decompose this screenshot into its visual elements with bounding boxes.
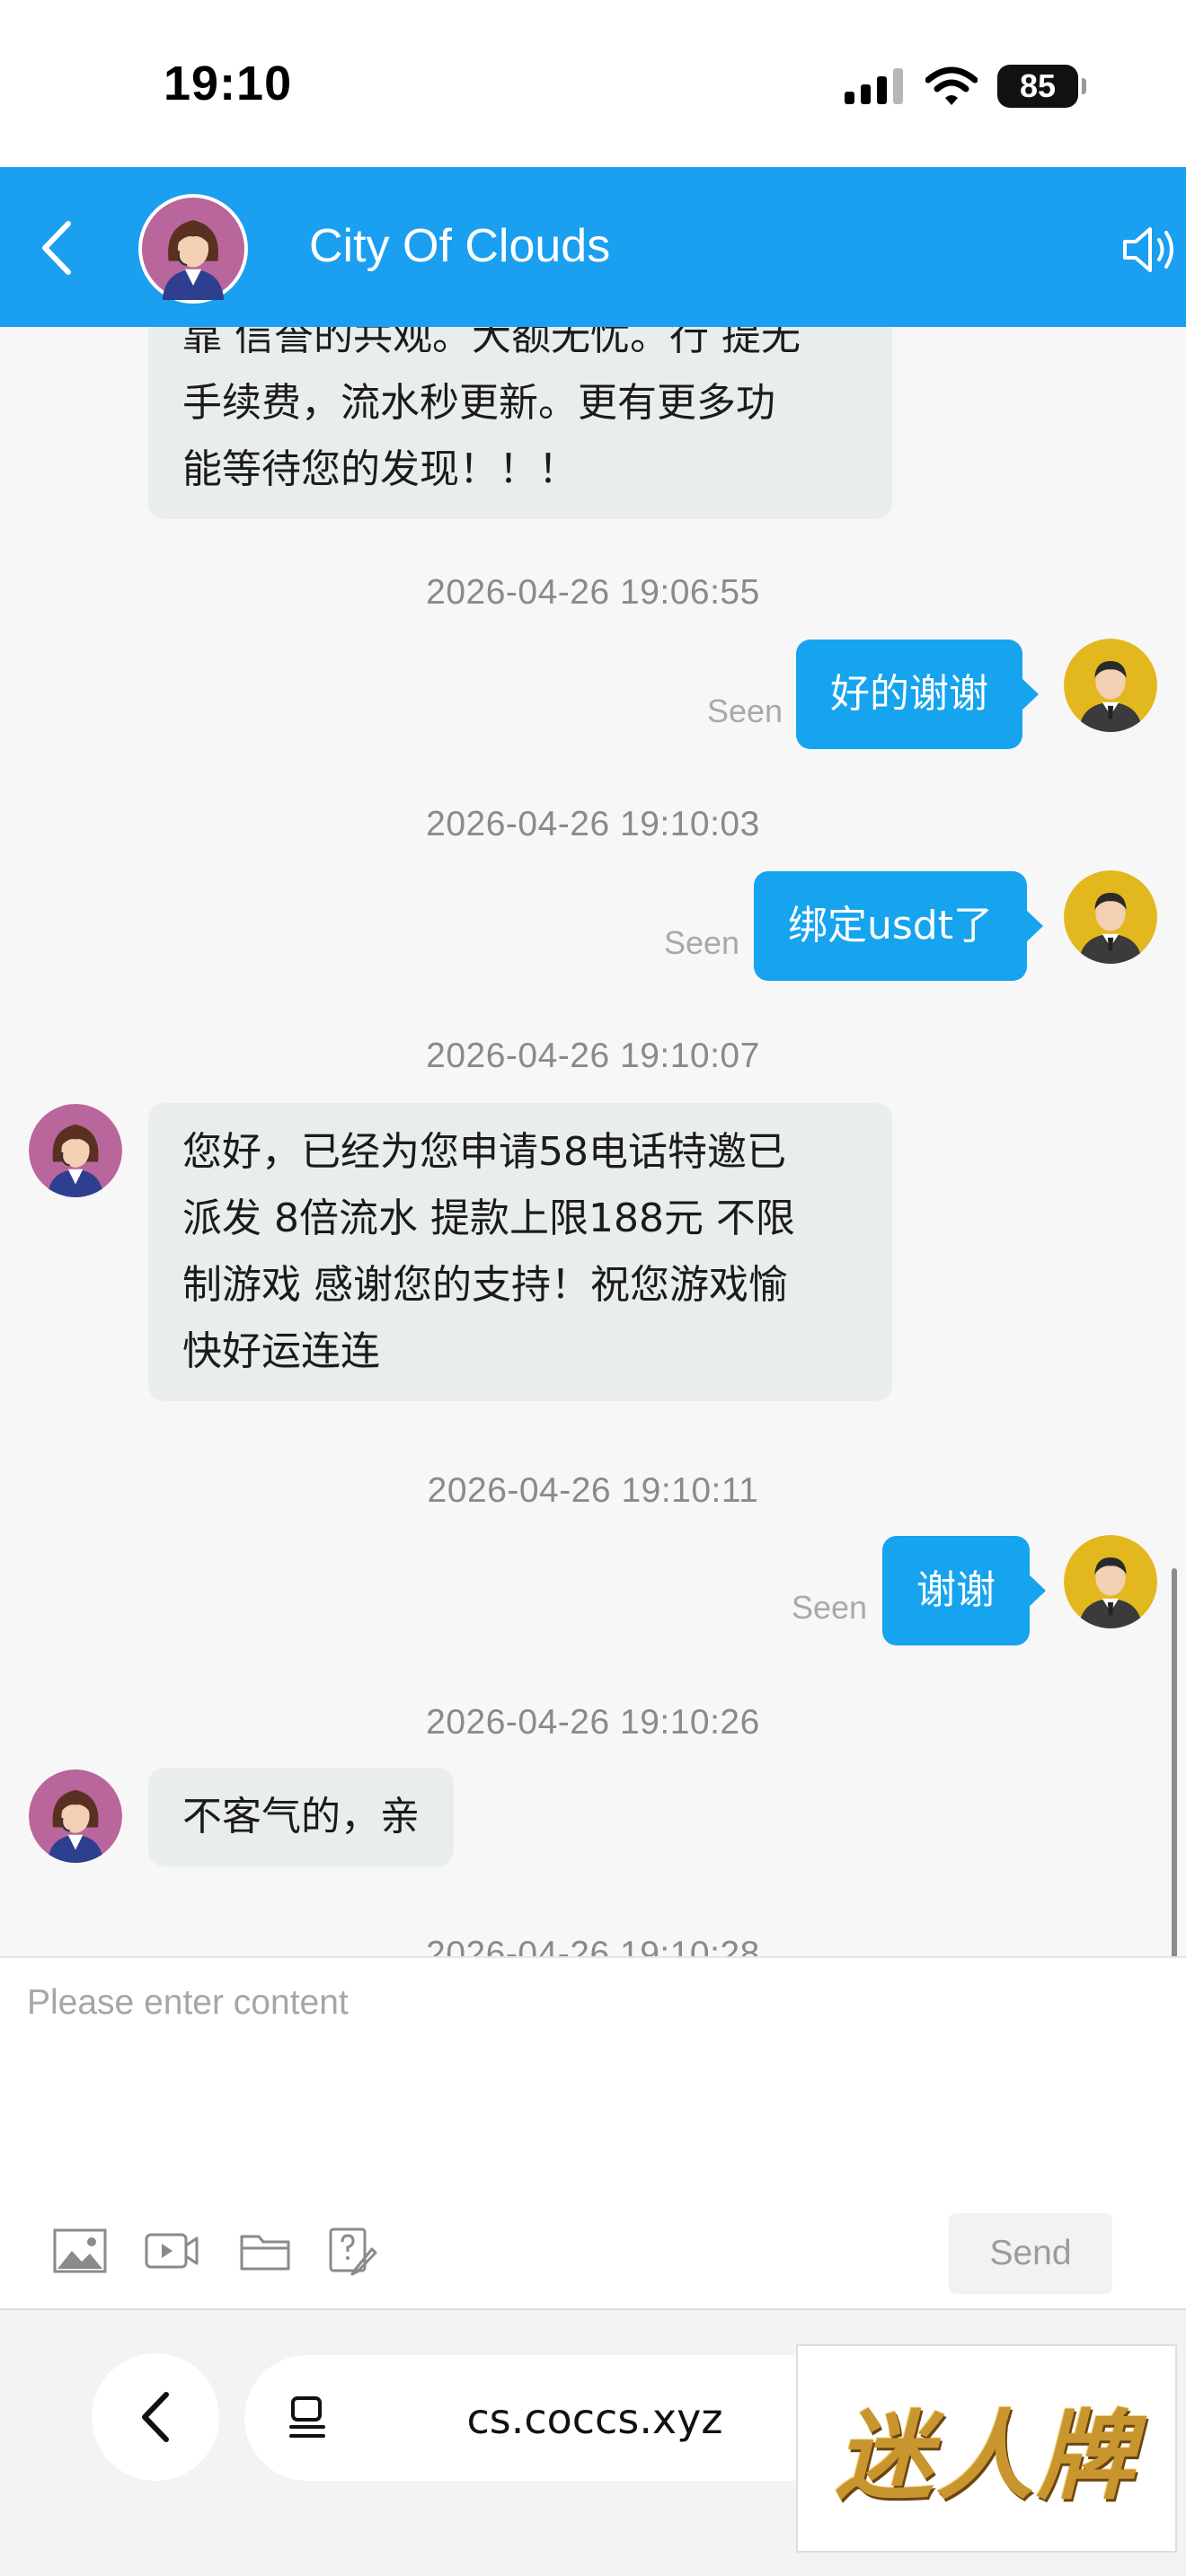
incoming-message-bubble: 靠 信誉的共观。大额无忧。行 提无 手续费，流水秒更新。更有更多功 能等待您的发… [148, 327, 892, 519]
edit-question-icon[interactable] [325, 2226, 381, 2276]
back-button[interactable] [22, 214, 90, 282]
female-agent-avatar-icon [142, 198, 244, 300]
agent-avatar[interactable] [29, 1769, 122, 1863]
status-bar: 19:10 85 [0, 0, 1186, 167]
male-user-avatar-icon [1064, 1535, 1157, 1628]
speaker-icon[interactable] [1116, 217, 1181, 282]
seen-status: Seen [664, 924, 740, 961]
browser-toolbar: cs.coccs.xyz 迷人牌 [0, 2308, 1186, 2576]
message-timestamp: 2026-04-26 19:10:11 [427, 1471, 759, 1510]
message-timestamp: 2026-04-26 19:10:28 [426, 1935, 760, 1956]
message-line: 派发 8倍流水 提款上限188元 不限 [182, 1195, 795, 1241]
male-user-avatar-icon [1064, 639, 1157, 732]
outgoing-message-bubble: 绑定usdt了 [754, 871, 1043, 981]
battery-icon: 85 [997, 65, 1086, 108]
seen-status: Seen [707, 693, 783, 729]
back-chevron-icon [42, 221, 71, 275]
wifi-icon [925, 66, 978, 105]
status-icons: 85 [845, 63, 1086, 110]
agent-avatar[interactable] [29, 1104, 122, 1197]
message-line: 能等待您的发现！！！ [182, 446, 578, 492]
agent-avatar[interactable] [138, 194, 248, 304]
logo-text: 迷人牌 [835, 2400, 1137, 2513]
seen-status: Seen [792, 1589, 868, 1626]
chevron-left-icon [142, 2392, 169, 2442]
outgoing-message-bubble: 谢谢 [882, 1536, 1046, 1645]
user-avatar[interactable] [1064, 870, 1157, 964]
video-icon[interactable] [144, 2226, 199, 2276]
message-timestamp: 2026-04-26 19:10:07 [426, 1037, 760, 1075]
brand-logo: 迷人牌 [796, 2344, 1177, 2553]
folder-icon[interactable] [237, 2226, 293, 2276]
message-input[interactable] [27, 1983, 1150, 2145]
cellular-signal-icon [845, 68, 903, 104]
message-line: 手续费，流水秒更新。更有更多功 [182, 380, 775, 426]
message-line: 快好运连连 [182, 1328, 380, 1374]
outgoing-message-bubble: 好的谢谢 [796, 640, 1039, 749]
send-button[interactable]: Send [949, 2213, 1112, 2294]
scrollbar[interactable] [1172, 1568, 1177, 1956]
incoming-message-bubble: 您好，已经为您申请58电话特邀已 派发 8倍流水 提款上限188元 不限 制游戏… [148, 1103, 892, 1401]
browser-back-button[interactable] [92, 2353, 219, 2481]
user-avatar[interactable] [1064, 1535, 1157, 1628]
incoming-message-bubble: 不客气的，亲 [148, 1768, 454, 1866]
message-line: 靠 信誉的共观。大额无忧。行 提无 [182, 327, 801, 359]
message-timestamp: 2026-04-26 19:06:55 [426, 573, 760, 612]
male-user-avatar-icon [1064, 870, 1157, 964]
user-avatar[interactable] [1064, 639, 1157, 732]
chat-title: City Of Clouds [309, 220, 611, 272]
status-time: 19:10 [164, 57, 293, 110]
message-timestamp: 2026-04-26 19:10:26 [426, 1703, 760, 1742]
message-line: 您好，已经为您申请58电话特邀已 [182, 1129, 786, 1175]
female-agent-avatar-icon [29, 1769, 122, 1863]
female-agent-avatar-icon [29, 1104, 122, 1197]
chat-header: City Of Clouds [0, 167, 1186, 327]
composer: Send [0, 1956, 1186, 2308]
image-icon[interactable] [52, 2226, 108, 2276]
message-timestamp: 2026-04-26 19:10:03 [426, 805, 760, 843]
message-list[interactable]: 靠 信誉的共观。大额无忧。行 提无 手续费，流水秒更新。更有更多功 能等待您的发… [0, 327, 1186, 1956]
message-line: 制游戏 感谢您的支持！祝您游戏愉 [182, 1262, 788, 1308]
